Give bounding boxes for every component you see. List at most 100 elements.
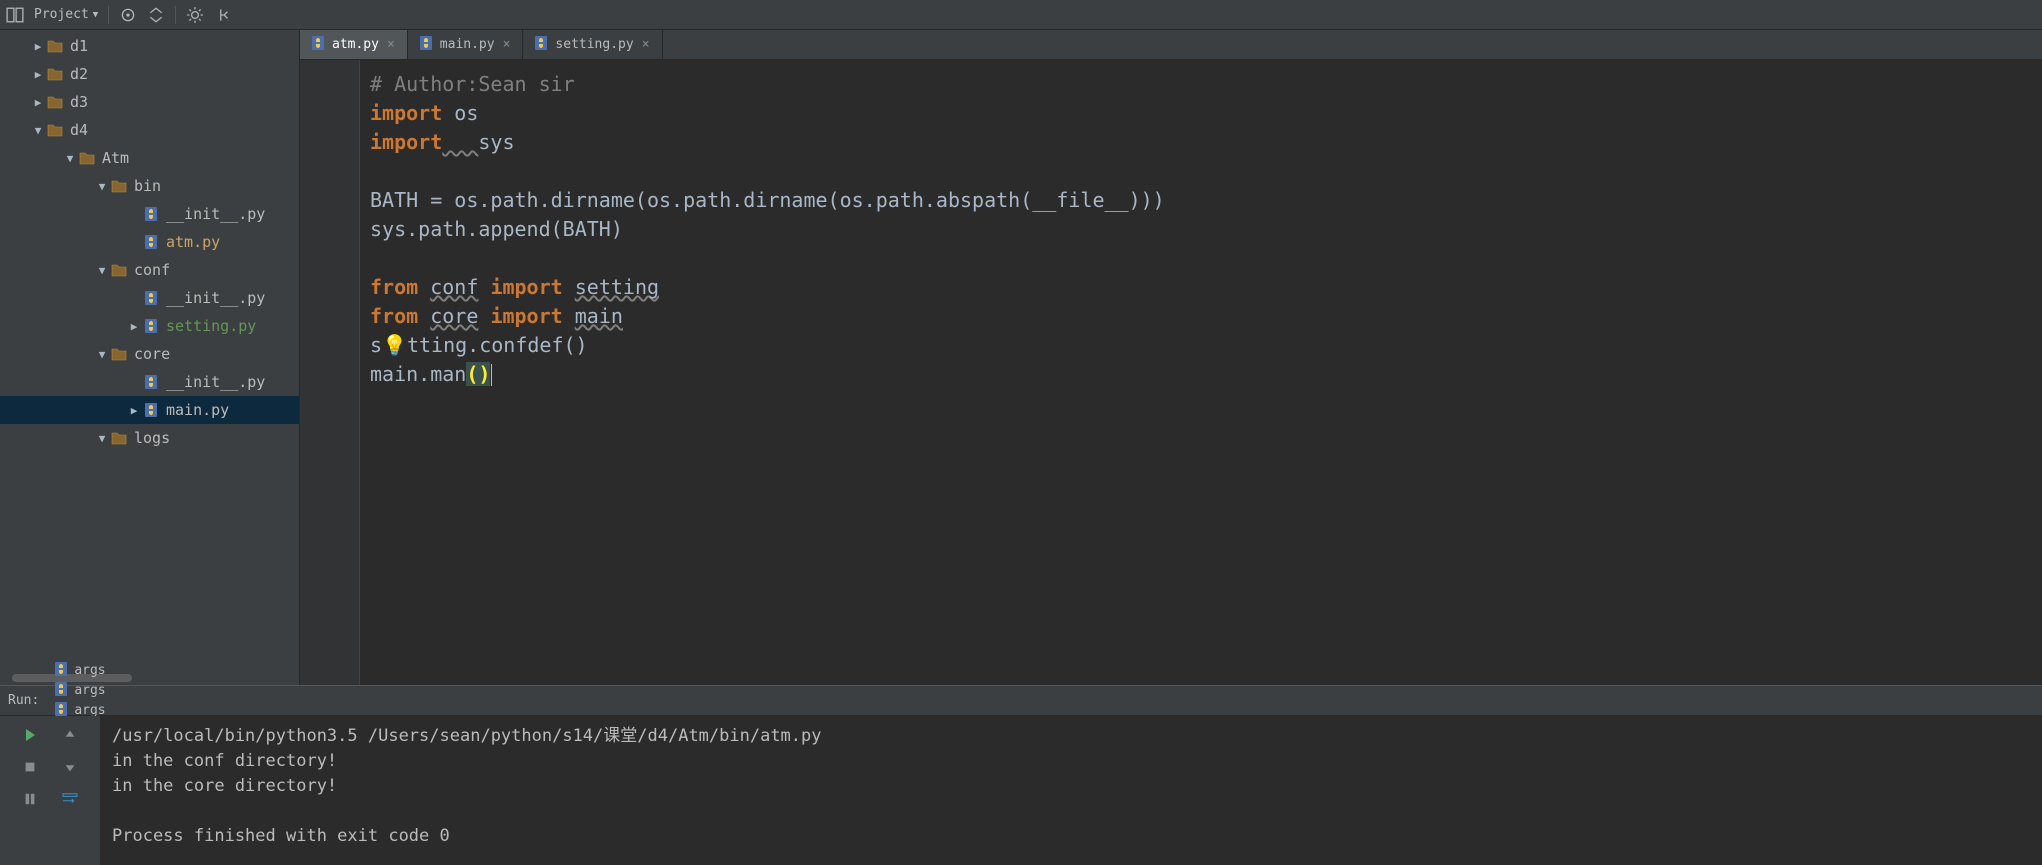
collapse-icon[interactable] bbox=[147, 6, 165, 24]
tree-folder[interactable]: ▼ conf bbox=[0, 256, 299, 284]
tree-folder[interactable]: ▶d1 bbox=[0, 32, 299, 60]
code-keyword: import bbox=[490, 275, 562, 299]
tree-folder[interactable]: ▼core bbox=[0, 340, 299, 368]
chevron-right-icon[interactable]: ▶ bbox=[126, 404, 142, 417]
tree-file[interactable]: ▶atm.py bbox=[0, 228, 299, 256]
chevron-down-icon[interactable]: ▼ bbox=[94, 432, 110, 445]
chevron-right-icon[interactable]: ▶ bbox=[126, 320, 142, 333]
project-tree[interactable]: ▶d1▶d2▶d3▼d4▼Atm▼bin▶__init__.py▶atm.py▼… bbox=[0, 30, 299, 671]
tab-label: atm.py bbox=[332, 37, 379, 52]
tree-hscroll[interactable] bbox=[0, 671, 299, 685]
close-icon[interactable]: × bbox=[385, 37, 397, 52]
code-keyword: import bbox=[490, 304, 562, 328]
chevron-right-icon[interactable]: ▶ bbox=[30, 96, 46, 109]
up-button[interactable] bbox=[59, 724, 81, 746]
chevron-down-icon[interactable]: ▼ bbox=[62, 152, 78, 165]
editor-tab[interactable]: setting.py × bbox=[523, 30, 662, 59]
code-line: BATH = os.path.dirname(os.path.dirname(o… bbox=[370, 188, 1165, 212]
code-module: os bbox=[454, 101, 478, 125]
run-controls bbox=[0, 716, 100, 865]
tree-item-label: __init__.py bbox=[166, 205, 265, 223]
chevron-down-icon[interactable]: ▼ bbox=[94, 348, 110, 361]
code-module: setting bbox=[575, 275, 659, 299]
down-button[interactable] bbox=[59, 756, 81, 778]
tree-file[interactable]: ▶__init__.py bbox=[0, 368, 299, 396]
code-module: conf bbox=[430, 275, 478, 299]
tree-item-label: d2 bbox=[70, 65, 88, 83]
chevron-down-icon[interactable]: ▼ bbox=[30, 124, 46, 137]
python-file-icon bbox=[142, 402, 160, 418]
project-view-icon[interactable] bbox=[6, 6, 24, 24]
code-line: sys.path.append(BATH) bbox=[370, 217, 623, 241]
code-module: sys bbox=[478, 130, 514, 154]
project-label-text: Project bbox=[34, 7, 89, 22]
editor-tab[interactable]: main.py × bbox=[408, 30, 524, 59]
chevron-down-icon[interactable]: ▼ bbox=[94, 180, 110, 193]
separator bbox=[175, 6, 176, 24]
close-icon[interactable]: × bbox=[501, 37, 513, 52]
soft-wrap-button[interactable] bbox=[59, 788, 81, 810]
run-panel: Run: args args args atm bbox=[0, 685, 2042, 865]
tree-item-label: d3 bbox=[70, 93, 88, 111]
python-file-icon bbox=[142, 206, 160, 222]
run-tabs-bar: Run: args args args atm bbox=[0, 686, 2042, 716]
run-config-tab[interactable]: args bbox=[53, 661, 105, 681]
python-file-icon bbox=[142, 290, 160, 306]
python-file-icon bbox=[310, 35, 326, 55]
code-area[interactable]: # Author:Sean sir import os import sys B… bbox=[360, 60, 1165, 685]
tree-file[interactable]: ▶ main.py bbox=[0, 396, 299, 424]
tree-folder[interactable]: ▼ Atm bbox=[0, 144, 299, 172]
tree-folder[interactable]: ▼ d4 bbox=[0, 116, 299, 144]
tab-label: setting.py bbox=[555, 37, 633, 52]
tree-folder[interactable]: ▶ d3 bbox=[0, 88, 299, 116]
text-cursor bbox=[491, 364, 492, 386]
run-label: Run: bbox=[8, 693, 39, 708]
hide-icon[interactable] bbox=[214, 6, 232, 24]
tree-file[interactable]: ▶__init__.py bbox=[0, 284, 299, 312]
tree-item-label: d4 bbox=[70, 121, 88, 139]
editor-tabs: atm.py × main.py × setting.py × bbox=[300, 30, 2042, 60]
chevron-right-icon[interactable]: ▶ bbox=[30, 40, 46, 53]
rerun-button[interactable] bbox=[19, 724, 41, 746]
chevron-down-icon[interactable]: ▼ bbox=[94, 264, 110, 277]
tree-item-label: logs bbox=[134, 429, 170, 447]
tree-item-label: atm.py bbox=[166, 233, 220, 251]
tree-folder[interactable]: ▶ d2 bbox=[0, 60, 299, 88]
code-text: tting.confdef() bbox=[407, 333, 588, 357]
pause-button[interactable] bbox=[19, 788, 41, 810]
console-output[interactable]: /usr/local/bin/python3.5 /Users/sean/pyt… bbox=[100, 716, 2042, 865]
folder-icon bbox=[46, 122, 64, 138]
code-text: s bbox=[370, 333, 382, 357]
chevron-right-icon[interactable]: ▶ bbox=[30, 68, 46, 81]
code-keyword: from bbox=[370, 275, 418, 299]
run-tab-label: args bbox=[74, 683, 105, 698]
paren-highlight: ) bbox=[478, 362, 490, 386]
code-wavy bbox=[442, 130, 478, 154]
python-file-icon bbox=[142, 374, 160, 390]
tree-item-label: main.py bbox=[166, 401, 229, 419]
tree-file[interactable]: ▶setting.py bbox=[0, 312, 299, 340]
folder-icon bbox=[110, 178, 128, 194]
gear-icon[interactable] bbox=[186, 6, 204, 24]
editor-tab[interactable]: atm.py × bbox=[300, 30, 408, 59]
project-toolbar: Project ▼ bbox=[0, 0, 2042, 30]
tree-file[interactable]: ▶__init__.py bbox=[0, 200, 299, 228]
tree-item-label: __init__.py bbox=[166, 289, 265, 307]
tree-item-label: Atm bbox=[102, 149, 129, 167]
close-icon[interactable]: × bbox=[640, 37, 652, 52]
folder-icon bbox=[78, 150, 96, 166]
tree-item-label: conf bbox=[134, 261, 170, 279]
lightbulb-icon[interactable]: 💡 bbox=[382, 333, 407, 357]
tab-label: main.py bbox=[440, 37, 495, 52]
tree-folder[interactable]: ▼ logs bbox=[0, 424, 299, 452]
tree-folder[interactable]: ▼bin bbox=[0, 172, 299, 200]
project-dropdown[interactable]: Project ▼ bbox=[34, 7, 98, 22]
run-tab-label: args bbox=[74, 663, 105, 678]
target-icon[interactable] bbox=[119, 6, 137, 24]
run-config-tab[interactable]: args bbox=[53, 681, 105, 701]
editor[interactable]: # Author:Sean sir import os import sys B… bbox=[300, 60, 2042, 685]
folder-icon bbox=[46, 66, 64, 82]
stop-button[interactable] bbox=[19, 756, 41, 778]
editor-gutter bbox=[300, 60, 360, 685]
code-text: main.man bbox=[370, 362, 466, 386]
